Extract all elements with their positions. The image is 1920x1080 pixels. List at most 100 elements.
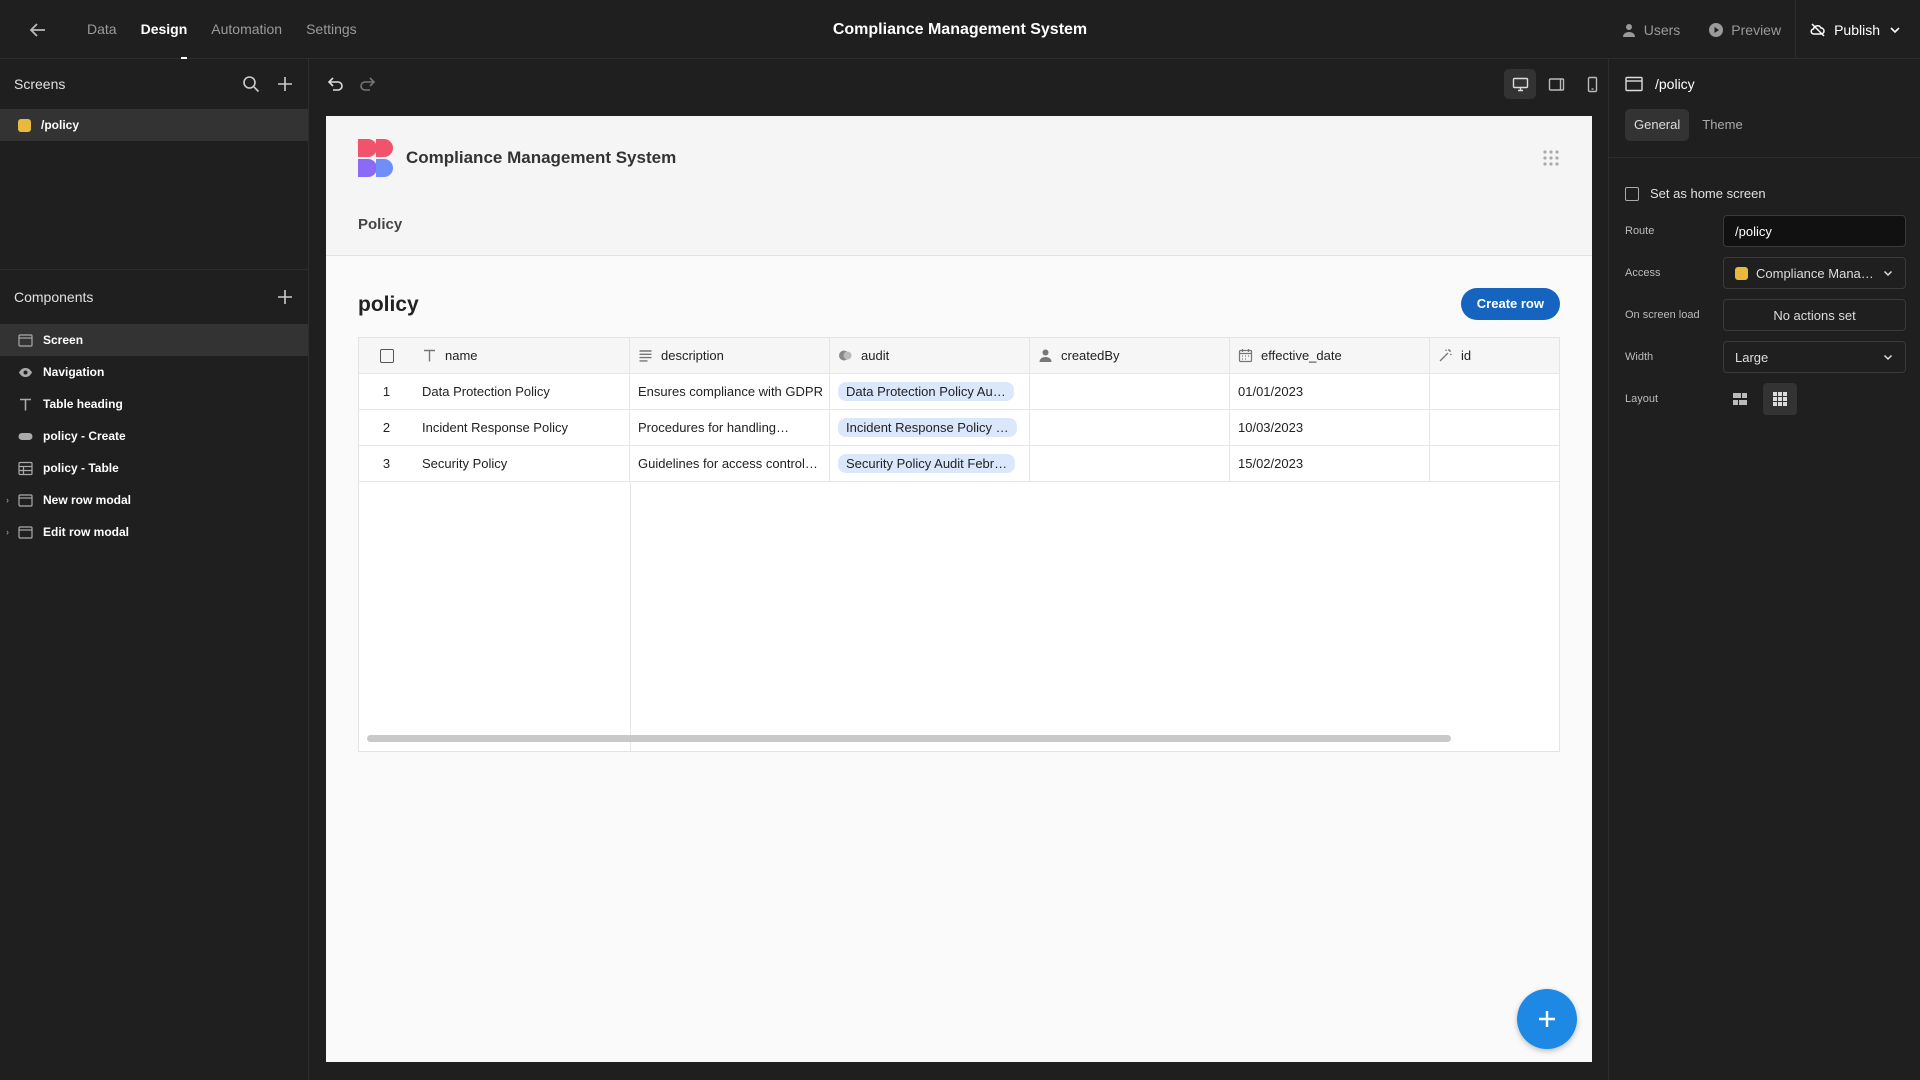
- audit-tag: Security Policy Audit Febr…: [838, 454, 1016, 473]
- components-title: Components: [14, 289, 94, 305]
- add-component-fab[interactable]: [1517, 989, 1577, 1049]
- desktop-view-button[interactable]: [1504, 69, 1536, 99]
- route-input[interactable]: /policy: [1723, 215, 1906, 247]
- mobile-view-button[interactable]: [1576, 69, 1608, 99]
- users-label: Users: [1643, 21, 1681, 38]
- create-row-button[interactable]: Create row: [1460, 288, 1560, 320]
- cell-audit[interactable]: Incident Response Policy …: [830, 410, 1030, 445]
- tab-general[interactable]: General: [1625, 109, 1690, 141]
- cell-audit[interactable]: Security Policy Audit Febr…: [830, 446, 1030, 481]
- access-select[interactable]: Compliance Mana…: [1723, 257, 1906, 289]
- layout-setting: Layout: [1625, 383, 1906, 415]
- component-edit-row-modal[interactable]: › Edit row modal: [0, 516, 308, 548]
- cell-description-text: Ensures compliance with GDPR: [638, 384, 823, 399]
- undo-icon[interactable]: [325, 74, 345, 94]
- screen-item-policy[interactable]: /policy: [0, 109, 308, 141]
- text-icon: [20, 398, 31, 410]
- publish-button[interactable]: Publish: [1795, 0, 1920, 59]
- add-component-icon[interactable]: [276, 288, 294, 306]
- column-header-createdby[interactable]: createdBy: [1030, 338, 1230, 373]
- table-row[interactable]: 2 Incident Response Policy Procedures fo…: [359, 410, 1559, 446]
- add-screen-icon[interactable]: [276, 75, 294, 93]
- expand-caret-icon[interactable]: ›: [6, 527, 9, 537]
- users-icon: [1622, 23, 1635, 37]
- tab-design[interactable]: Design: [129, 0, 200, 59]
- cell-description-text: Guidelines for access control…: [638, 456, 818, 471]
- mobile-icon: [1587, 76, 1597, 92]
- cell-name[interactable]: Data Protection Policy: [414, 374, 630, 409]
- relationship-icon: [839, 350, 852, 361]
- audit-tag: Data Protection Policy Au…: [838, 382, 1014, 401]
- modal-icon: [18, 525, 33, 539]
- cell-audit[interactable]: Data Protection Policy Au…: [830, 374, 1030, 409]
- cell-name[interactable]: Incident Response Policy: [414, 410, 630, 445]
- layout-flex-icon: [1733, 393, 1747, 405]
- home-screen-checkbox[interactable]: [1625, 186, 1639, 201]
- cell-id[interactable]: [1430, 446, 1559, 481]
- component-label: Screen: [43, 333, 84, 347]
- layout-label: Layout: [1625, 393, 1659, 405]
- column-header-audit[interactable]: audit: [830, 338, 1030, 373]
- column-header-id[interactable]: id: [1430, 338, 1559, 373]
- users-button[interactable]: Users: [1607, 0, 1695, 59]
- select-all-checkbox[interactable]: [379, 348, 394, 363]
- cell-effective-date[interactable]: 15/02/2023: [1230, 446, 1430, 481]
- cell-createdby[interactable]: [1030, 410, 1230, 445]
- preview-brand-title: Compliance Management System: [406, 148, 677, 167]
- tablet-view-button[interactable]: [1540, 69, 1572, 99]
- table-row[interactable]: 1 Data Protection Policy Ensures complia…: [359, 374, 1559, 410]
- column-label: description: [661, 348, 724, 363]
- text-type-icon: [424, 349, 435, 362]
- apps-grid-icon[interactable]: [1542, 149, 1560, 167]
- cell-description[interactable]: Ensures compliance with GDPR: [630, 374, 830, 409]
- settings-panel: /policy General Theme Set as home screen…: [1608, 59, 1920, 1080]
- back-arrow-icon[interactable]: [26, 18, 50, 42]
- cell-id[interactable]: [1430, 374, 1559, 409]
- component-screen[interactable]: Screen: [0, 324, 308, 356]
- nav-link-policy[interactable]: Policy: [358, 216, 402, 233]
- column-header-description[interactable]: description: [630, 338, 830, 373]
- expand-caret-icon[interactable]: ›: [6, 495, 9, 505]
- home-screen-setting[interactable]: Set as home screen: [1609, 158, 1920, 201]
- column-header-name[interactable]: name: [414, 338, 630, 373]
- component-policy-create[interactable]: policy - Create: [0, 420, 308, 452]
- component-label: policy - Table: [43, 461, 119, 475]
- row-number: 3: [382, 456, 391, 471]
- tab-settings[interactable]: Settings: [294, 0, 369, 59]
- tab-automation[interactable]: Automation: [199, 0, 294, 59]
- cell-id[interactable]: [1430, 410, 1559, 445]
- width-select[interactable]: Large: [1723, 341, 1906, 373]
- tab-data[interactable]: Data: [75, 0, 129, 59]
- play-circle-icon: [1709, 22, 1724, 37]
- layout-flex-option[interactable]: [1723, 383, 1757, 415]
- redo-icon[interactable]: [358, 74, 378, 94]
- cell-effective-date[interactable]: 01/01/2023: [1230, 374, 1430, 409]
- home-screen-label: Set as home screen: [1650, 186, 1766, 201]
- chevron-down-icon: [1883, 354, 1893, 361]
- search-icon[interactable]: [242, 75, 260, 93]
- screens-title: Screens: [14, 76, 66, 92]
- desktop-icon: [1512, 77, 1528, 91]
- cell-description[interactable]: Procedures for handling…: [630, 410, 830, 445]
- cell-createdby[interactable]: [1030, 374, 1230, 409]
- table-heading: policy: [358, 293, 419, 316]
- tab-theme[interactable]: Theme: [1693, 109, 1751, 141]
- component-new-row-modal[interactable]: › New row modal: [0, 484, 308, 516]
- table-row[interactable]: 3 Security Policy Guidelines for access …: [359, 446, 1559, 482]
- button-icon: [18, 432, 33, 440]
- column-header-effective-date[interactable]: effective_date: [1230, 338, 1430, 373]
- horizontal-scrollbar[interactable]: [367, 735, 1451, 742]
- canvas-toolbar: [310, 59, 1608, 109]
- cell-effective-date[interactable]: 10/03/2023: [1230, 410, 1430, 445]
- component-table-heading[interactable]: Table heading: [0, 388, 308, 420]
- preview-button[interactable]: Preview: [1694, 0, 1795, 59]
- table-icon: [18, 461, 33, 475]
- component-navigation[interactable]: Navigation: [0, 356, 308, 388]
- cell-name[interactable]: Security Policy: [414, 446, 630, 481]
- column-label: audit: [861, 348, 890, 363]
- component-policy-table[interactable]: policy - Table: [0, 452, 308, 484]
- cell-createdby[interactable]: [1030, 446, 1230, 481]
- layout-grid-option[interactable]: [1763, 383, 1797, 415]
- cell-description[interactable]: Guidelines for access control…: [630, 446, 830, 481]
- on-load-actions-button[interactable]: No actions set: [1723, 299, 1906, 331]
